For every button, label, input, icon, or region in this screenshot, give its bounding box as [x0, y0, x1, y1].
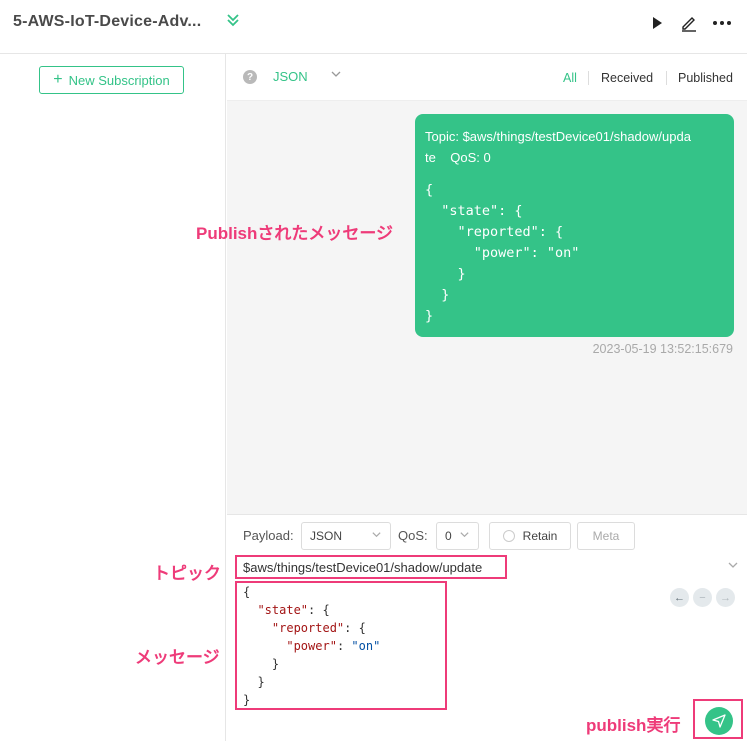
plus-icon: +	[53, 71, 63, 88]
chevron-down-icon	[371, 529, 382, 543]
payload-code: { "state": { "reported": { "power": "on"…	[243, 585, 381, 707]
annotation-message: メッセージ	[135, 648, 220, 667]
subscription-sidebar: + New Subscription	[0, 54, 226, 741]
send-button[interactable]	[705, 707, 733, 735]
edit-icon[interactable]	[678, 12, 700, 34]
meta-button[interactable]: Meta	[577, 522, 635, 550]
send-icon	[712, 714, 726, 728]
publish-panel: Payload: JSON QoS: 0 Retain Meta $aws/th…	[227, 514, 747, 741]
arrow-right-icon[interactable]: →	[716, 588, 735, 607]
chevron-down-icon[interactable]	[727, 559, 739, 574]
tab-all[interactable]: All	[563, 71, 577, 85]
topic-input[interactable]: $aws/things/testDevice01/shadow/update	[235, 555, 507, 579]
qos-select[interactable]: 0	[436, 522, 479, 550]
retain-radio	[502, 530, 515, 542]
message-filter-bar: ? JSON All Received Published	[227, 54, 747, 101]
retain-toggle[interactable]: Retain	[489, 522, 571, 550]
more-icon[interactable]	[711, 12, 733, 34]
message-timestamp: 2023-05-19 13:52:15:679	[592, 342, 733, 356]
message-qos-line: te QoS: 0	[425, 150, 491, 165]
payload-type-select[interactable]: JSON	[301, 522, 391, 550]
arrow-left-icon[interactable]: ←	[670, 588, 689, 607]
new-subscription-label: New Subscription	[68, 72, 170, 88]
connection-title: 5-AWS-IoT-Device-Adv...	[13, 13, 202, 30]
qos-value: 0	[445, 529, 452, 543]
help-icon[interactable]: ?	[243, 70, 257, 84]
payload-label: Payload:	[243, 528, 294, 543]
message-topic-line: Topic: $aws/things/testDevice01/shadow/u…	[425, 129, 691, 144]
chevron-down-icon	[459, 529, 470, 543]
annotation-topic: トピック	[153, 564, 221, 583]
tab-divider	[666, 71, 667, 85]
published-message-bubble[interactable]: Topic: $aws/things/testDevice01/shadow/u…	[415, 114, 734, 337]
chevron-down-icon[interactable]	[330, 68, 342, 83]
annotation-published-message: Publishされたメッセージ	[196, 224, 394, 243]
tab-received[interactable]: Received	[601, 71, 653, 85]
message-list: ? JSON All Received Published Topic: $aw…	[227, 54, 747, 514]
payload-type-value: JSON	[310, 529, 343, 543]
qos-label: QoS:	[398, 528, 428, 543]
tab-divider	[588, 71, 589, 85]
message-payload: { "state": { "reported": { "power": "on"…	[425, 182, 580, 324]
annotation-publish-exec: publish実行	[586, 716, 681, 735]
chevrons-down-icon[interactable]	[225, 12, 241, 31]
payload-editor[interactable]: { "state": { "reported": { "power": "on"…	[235, 581, 447, 710]
app-header: 5-AWS-IoT-Device-Adv...	[0, 0, 747, 54]
new-subscription-button[interactable]: + New Subscription	[39, 66, 184, 94]
minus-icon[interactable]: −	[693, 588, 712, 607]
tab-published[interactable]: Published	[678, 71, 733, 85]
play-icon[interactable]	[646, 12, 668, 34]
payload-format-select[interactable]: JSON	[273, 69, 308, 84]
history-controls: ← − →	[670, 588, 735, 607]
retain-label: Retain	[522, 529, 558, 543]
